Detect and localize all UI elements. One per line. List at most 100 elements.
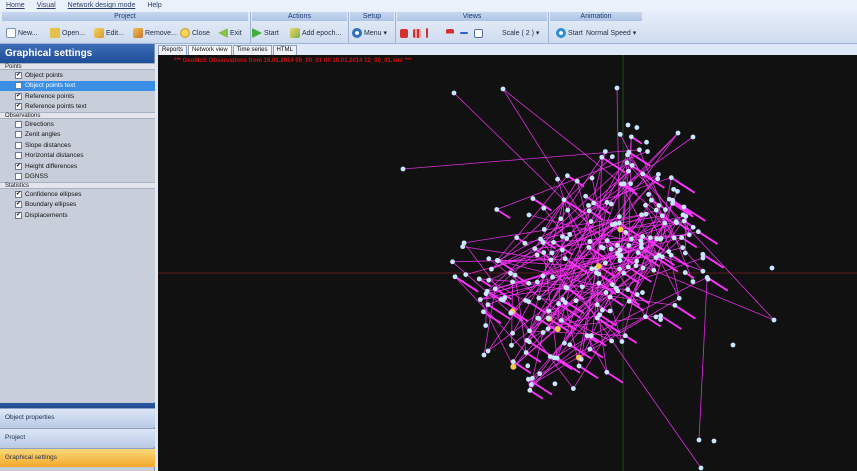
tree-item-reference-points-text[interactable]: Reference points text: [0, 102, 155, 113]
object-point[interactable]: [656, 203, 662, 208]
object-point[interactable]: [634, 292, 640, 297]
object-point[interactable]: [671, 235, 677, 241]
object-point[interactable]: [549, 250, 555, 256]
reference-point[interactable]: [617, 226, 624, 233]
object-point[interactable]: [646, 192, 652, 197]
object-point[interactable]: [653, 314, 659, 320]
object-point[interactable]: [558, 317, 564, 323]
object-point[interactable]: [559, 247, 565, 253]
open-button[interactable]: Open...: [50, 26, 85, 40]
object-point[interactable]: [771, 317, 777, 323]
checkbox[interactable]: [15, 162, 22, 170]
checkbox[interactable]: [15, 152, 22, 160]
object-point[interactable]: [452, 274, 458, 280]
object-point[interactable]: [522, 240, 528, 246]
object-point[interactable]: [450, 259, 455, 265]
checkbox[interactable]: [15, 131, 22, 139]
object-point[interactable]: [545, 326, 551, 332]
object-point[interactable]: [700, 268, 706, 274]
object-point[interactable]: [564, 236, 570, 241]
object-point[interactable]: [655, 171, 661, 177]
reference-point[interactable]: [595, 263, 602, 270]
object-point[interactable]: [625, 152, 630, 158]
checkbox[interactable]: [15, 120, 22, 128]
category-statistics[interactable]: Statistics: [0, 182, 155, 189]
object-point[interactable]: [535, 315, 541, 321]
checkbox[interactable]: [15, 201, 22, 209]
object-point[interactable]: [628, 236, 634, 242]
object-point[interactable]: [570, 386, 576, 391]
object-point[interactable]: [599, 154, 605, 160]
object-point[interactable]: [607, 308, 613, 314]
menu-network-design-mode[interactable]: Network design mode: [68, 2, 136, 9]
object-point[interactable]: [594, 302, 600, 308]
object-point[interactable]: [673, 219, 679, 225]
scale-dropdown[interactable]: Scale ( 2 ) ▾: [502, 26, 539, 40]
object-point[interactable]: [619, 339, 625, 344]
object-point[interactable]: [594, 315, 600, 321]
object-point[interactable]: [626, 243, 632, 248]
reference-point[interactable]: [510, 363, 517, 370]
object-point[interactable]: [578, 356, 584, 362]
object-point[interactable]: [530, 196, 536, 201]
object-point[interactable]: [589, 175, 595, 181]
object-point[interactable]: [485, 302, 491, 308]
tree-item-confidence-ellipses[interactable]: Confidence ellipses: [0, 189, 155, 200]
checkbox[interactable]: [15, 103, 22, 111]
object-point[interactable]: [604, 369, 610, 375]
object-point[interactable]: [604, 199, 610, 205]
object-point[interactable]: [587, 346, 593, 352]
object-point[interactable]: [567, 232, 573, 237]
object-point[interactable]: [626, 168, 631, 174]
object-point[interactable]: [551, 239, 556, 245]
close-button[interactable]: Close: [180, 26, 210, 40]
object-point[interactable]: [675, 188, 680, 194]
object-point[interactable]: [602, 260, 608, 266]
object-point[interactable]: [700, 251, 706, 257]
tree-item-boundary-ellipses[interactable]: Boundary ellipses: [0, 200, 155, 211]
object-point[interactable]: [655, 176, 661, 182]
object-point[interactable]: [586, 208, 592, 214]
object-point[interactable]: [565, 173, 570, 179]
object-point[interactable]: [477, 297, 483, 302]
view-grid-button[interactable]: [474, 26, 483, 40]
object-point[interactable]: [695, 229, 701, 235]
reference-point[interactable]: [554, 326, 561, 333]
object-point[interactable]: [644, 139, 649, 145]
object-point[interactable]: [534, 252, 540, 258]
edit-button[interactable]: Edit...: [94, 26, 124, 40]
object-point[interactable]: [626, 298, 632, 304]
object-point[interactable]: [552, 381, 558, 387]
nav-graphical-settings[interactable]: Graphical settings: [0, 448, 155, 467]
tree-item-directions[interactable]: Directions: [0, 119, 155, 130]
tab-time-series[interactable]: Time series: [232, 45, 272, 55]
object-point[interactable]: [622, 333, 628, 339]
object-point[interactable]: [545, 315, 551, 321]
tree-item-dgnss[interactable]: DGNSS: [0, 172, 155, 183]
object-point[interactable]: [586, 202, 591, 208]
view-line-button[interactable]: [426, 26, 428, 40]
object-point[interactable]: [675, 130, 681, 136]
object-point[interactable]: [492, 286, 498, 292]
object-point[interactable]: [643, 211, 649, 217]
object-point[interactable]: [541, 250, 547, 255]
object-point[interactable]: [556, 301, 561, 307]
object-point[interactable]: [512, 272, 518, 278]
object-point[interactable]: [628, 134, 634, 140]
tree-item-object-points-text[interactable]: Object points text: [0, 80, 155, 91]
object-point[interactable]: [508, 270, 513, 276]
object-point[interactable]: [550, 274, 555, 280]
object-point[interactable]: [400, 166, 406, 172]
object-point[interactable]: [608, 201, 614, 207]
object-point[interactable]: [574, 178, 580, 184]
object-point[interactable]: [635, 250, 641, 256]
object-point[interactable]: [485, 348, 491, 354]
view-point-button[interactable]: [400, 26, 408, 40]
object-point[interactable]: [463, 272, 469, 278]
object-point[interactable]: [563, 284, 569, 290]
object-point[interactable]: [481, 309, 486, 315]
object-point[interactable]: [486, 277, 492, 283]
view-flag-button[interactable]: [446, 26, 454, 40]
object-point[interactable]: [672, 302, 678, 308]
object-point[interactable]: [657, 236, 663, 242]
